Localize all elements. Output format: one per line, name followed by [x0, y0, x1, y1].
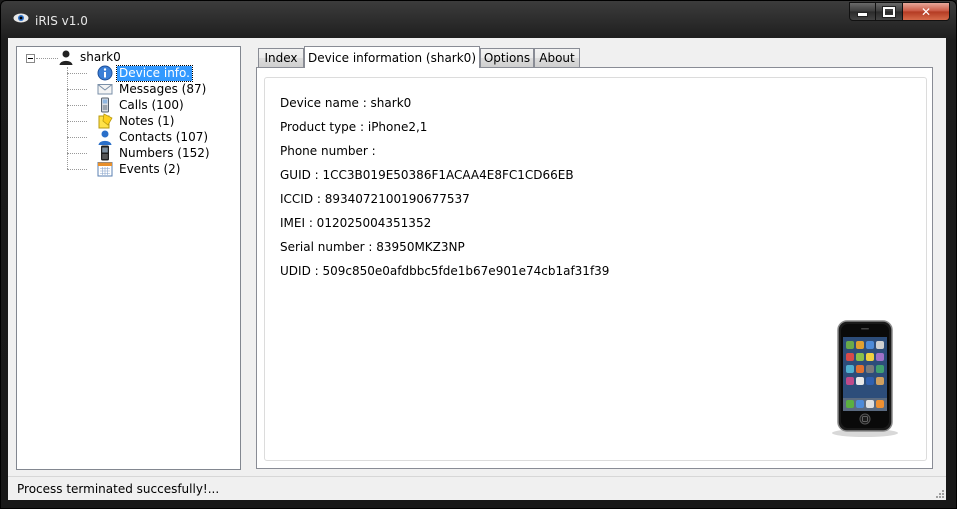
tree-connector [67, 153, 87, 154]
calendar-icon [97, 162, 113, 177]
device-information-page: Device name : shark0 Product type : iPho… [256, 67, 933, 469]
maximize-icon [882, 5, 896, 18]
close-icon: ✕ [920, 4, 932, 19]
tree-item-notes[interactable]: Notes (1) [97, 113, 176, 129]
status-text: Process terminated succesfully!... [17, 482, 220, 496]
tree-root-shark0[interactable]: shark0 [58, 49, 123, 65]
guid-row: GUID : 1CC3B019E50386F1ACAA4E8FC1CD66EB [280, 168, 574, 182]
tab-label: Index [264, 51, 298, 65]
tree-item-label: Calls (100) [119, 97, 184, 112]
tree-item-label: Numbers (152) [119, 145, 210, 160]
close-button[interactable]: ✕ [903, 2, 950, 21]
window-title: iRIS v1.0 [35, 14, 88, 28]
iccid-row: ICCID : 8934072100190677537 [280, 192, 470, 206]
tab-options[interactable]: Options [480, 48, 534, 67]
tab-label: About [539, 51, 575, 65]
serial-number-row: Serial number : 83950MKZ3NP [280, 240, 465, 254]
status-bar: Process terminated succesfully!... [8, 476, 946, 500]
tab-label: Device information (shark0) [307, 50, 477, 65]
tree-item-label: Device info. [116, 64, 193, 82]
notes-icon [98, 113, 113, 129]
device-tree-panel: shark0 Device info. Messages (87) Calls … [16, 46, 241, 470]
iphone-image [832, 320, 898, 437]
tree-connector [67, 169, 87, 170]
tree-item-label: Contacts (107) [119, 129, 209, 144]
tree-item-messages[interactable]: Messages (87) [97, 81, 208, 97]
tree-connector [67, 121, 87, 122]
client-area: shark0 Device info. Messages (87) Calls … [8, 38, 946, 500]
info-icon [97, 65, 113, 81]
tab-device-information[interactable]: Device information (shark0) [304, 46, 480, 68]
tree-connector [67, 137, 87, 138]
tree-root-label: shark0 [80, 49, 121, 64]
tree-connector [67, 73, 87, 74]
tree-connector [67, 89, 87, 90]
cellphone-icon [101, 145, 109, 161]
tree-item-device-info[interactable]: Device info. [97, 64, 193, 82]
tab-index[interactable]: Index [258, 48, 304, 67]
title-bar[interactable]: iRIS v1.0 ✕ [1, 1, 956, 37]
user-icon [59, 50, 73, 65]
tree-expander[interactable] [26, 54, 35, 63]
imei-row: IMEI : 012025004351352 [280, 216, 432, 230]
device-tree[interactable]: shark0 Device info. Messages (87) Calls … [17, 47, 240, 469]
phone-number-row: Phone number : [280, 144, 376, 158]
tab-label: Options [483, 51, 531, 65]
tree-item-numbers[interactable]: Numbers (152) [97, 145, 212, 161]
tree-item-label: Notes (1) [119, 113, 175, 128]
minimize-button[interactable] [849, 2, 876, 21]
tree-connector [67, 105, 87, 106]
maximize-button[interactable] [876, 2, 903, 21]
caption-buttons: ✕ [849, 2, 950, 21]
product-type-row: Product type : iPhone2,1 [280, 120, 428, 134]
envelope-icon [97, 84, 113, 95]
tree-item-label: Events (2) [119, 161, 181, 176]
tab-about[interactable]: About [534, 48, 580, 67]
tree-item-label: Messages (87) [119, 81, 207, 96]
udid-row: UDID : 509c850e0afdbbc5fde1b67e901e74cb1… [280, 264, 610, 278]
minimize-icon [857, 12, 868, 17]
tree-item-calls[interactable]: Calls (100) [97, 97, 186, 113]
tree-connector [36, 58, 58, 59]
device-name-row: Device name : shark0 [280, 96, 412, 110]
eye-icon [13, 13, 29, 23]
device-info-group: Device name : shark0 Product type : iPho… [264, 77, 927, 461]
app-window: iRIS v1.0 ✕ shark0 Device info. Messages… [0, 0, 957, 509]
resize-grip-icon[interactable] [934, 488, 944, 498]
phone-icon [101, 97, 109, 113]
tree-item-events[interactable]: Events (2) [97, 161, 182, 177]
tree-item-contacts[interactable]: Contacts (107) [97, 129, 210, 145]
contact-icon [98, 130, 112, 145]
